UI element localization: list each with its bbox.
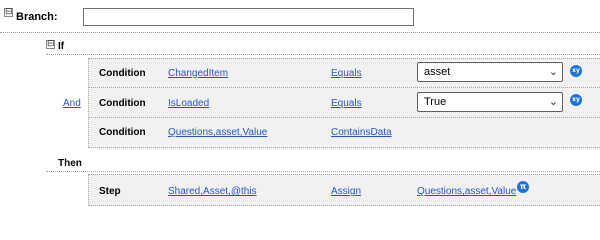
branch-label: Branch: (16, 11, 58, 23)
condition-divider-2 (88, 117, 600, 118)
pi-function-icon[interactable]: π (517, 181, 529, 193)
condition-1-operator-link[interactable]: Equals (331, 68, 362, 79)
condition-3-kind: Condition (99, 127, 146, 138)
condition-3-field-link[interactable]: Questions,asset,Value (168, 127, 267, 138)
if-label: If (58, 41, 65, 52)
branch-name-input[interactable] (83, 8, 414, 26)
condition-1-value-select[interactable]: asset ⌄ (417, 62, 563, 82)
condition-2-value-select[interactable]: True ⌄ (417, 92, 563, 112)
step-kind: Step (99, 186, 121, 197)
xy-variable-icon[interactable]: xy (570, 65, 582, 77)
condition-3-operator-link[interactable]: ContainsData (331, 127, 392, 138)
condition-1-value: asset (424, 66, 451, 78)
xy-variable-icon[interactable]: xy (570, 94, 582, 106)
condition-2-field-link[interactable]: IsLoaded (168, 98, 209, 109)
then-divider (46, 171, 600, 172)
collapse-if-icon[interactable]: ⊟ (46, 40, 55, 49)
chevron-down-icon: ⌄ (548, 65, 558, 78)
condition-2-kind: Condition (99, 98, 146, 109)
step-value-link[interactable]: Questions,asset,Value (417, 186, 516, 197)
if-section-divider (46, 33, 600, 55)
condition-2-operator-link[interactable]: Equals (331, 98, 362, 109)
condition-divider-1 (88, 87, 600, 88)
step-target-link[interactable]: Shared,Asset,@this (168, 186, 257, 197)
chevron-down-icon: ⌄ (548, 95, 558, 108)
condition-1-kind: Condition (99, 68, 146, 79)
collapse-branch-icon[interactable]: ⊟ (4, 8, 13, 17)
then-label: Then (58, 158, 82, 169)
step-action-link[interactable]: Assign (331, 186, 361, 197)
condition-2-value: True (424, 96, 447, 108)
condition-1-field-link[interactable]: ChangedItem (168, 68, 228, 79)
and-joiner-link[interactable]: And (63, 98, 81, 109)
